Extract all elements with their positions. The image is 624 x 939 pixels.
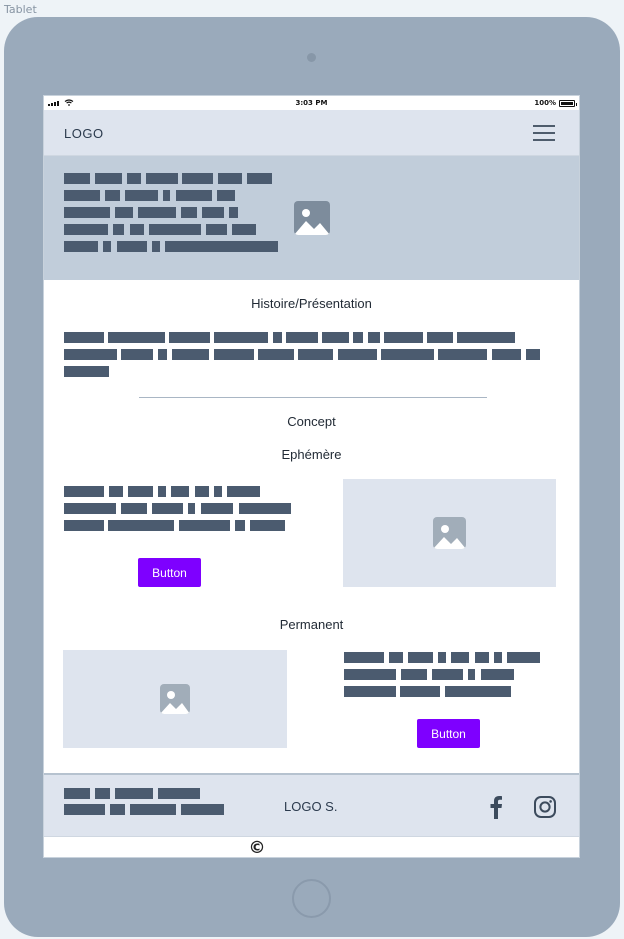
status-time: 3:03 PM [295, 99, 328, 107]
image-placeholder-icon [160, 684, 190, 714]
permanent-heading: Permanent [279, 617, 344, 632]
section-divider [139, 397, 487, 398]
ephemere-heading: Ephémère [281, 447, 342, 462]
battery-icon [559, 99, 577, 107]
screen: 3:03 PM 100% LOGO Histoire/Présentation … [43, 95, 580, 858]
status-bar: 3:03 PM 100% [44, 96, 579, 110]
permanent-image [63, 650, 287, 748]
permanent-button[interactable]: Button [417, 719, 480, 748]
image-placeholder-icon [433, 517, 466, 549]
hero-banner [44, 156, 579, 280]
footer: LOGO S. [44, 773, 579, 837]
hamburger-menu-icon[interactable] [533, 125, 555, 141]
navbar: LOGO [44, 110, 579, 156]
image-placeholder-icon [294, 201, 330, 235]
instagram-icon[interactable] [533, 795, 557, 819]
frame-label: Tablet [4, 3, 37, 16]
facebook-icon[interactable] [487, 795, 505, 819]
histoire-heading: Histoire/Présentation [251, 296, 372, 311]
concept-heading: Concept [287, 414, 336, 429]
camera-dot [307, 53, 316, 62]
battery-percent: 100% [534, 99, 556, 107]
home-button[interactable] [292, 879, 331, 918]
copyright-symbol: © [248, 838, 266, 858]
ephemere-image [343, 479, 556, 587]
ephemere-button[interactable]: Button [138, 558, 201, 587]
nav-logo[interactable]: LOGO [64, 126, 104, 141]
hero-image [292, 198, 332, 238]
footer-logo[interactable]: LOGO S. [284, 799, 337, 814]
